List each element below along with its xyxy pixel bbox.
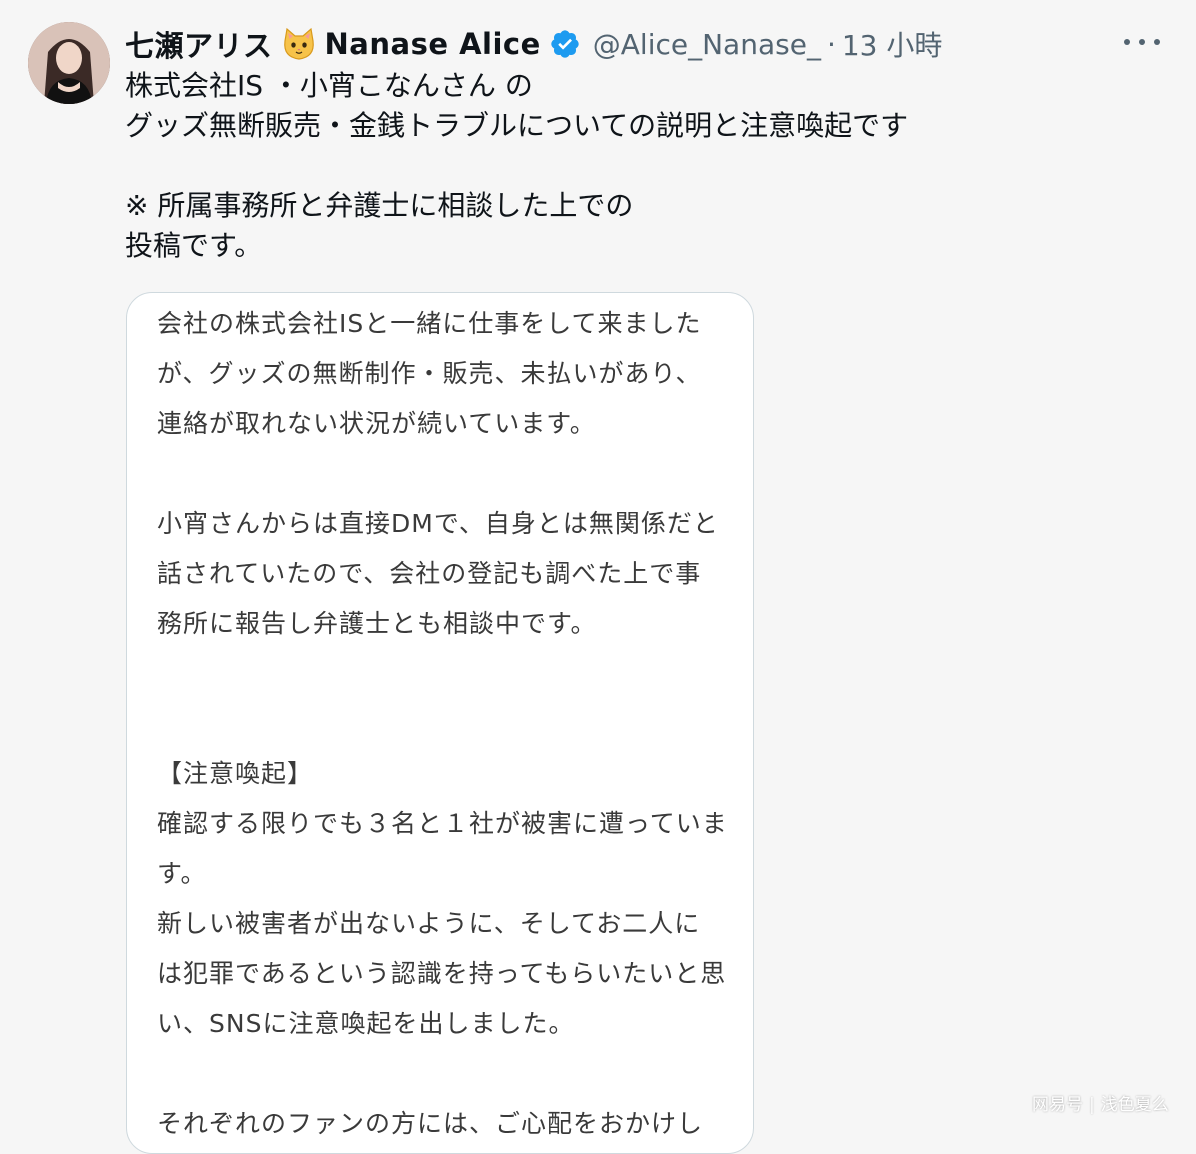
timestamp[interactable]: 13 小時 bbox=[842, 24, 943, 64]
image-text-heading: 【注意喚起】 bbox=[157, 759, 314, 788]
watermark: 网易号 | 浅色夏么 bbox=[1032, 1090, 1169, 1115]
image-text-line: 確認する限りでも３名と１社が被害に遭っていま bbox=[157, 809, 728, 838]
image-text-line: 務所に報告し弁護士とも相談中です。 bbox=[157, 609, 597, 638]
dot bbox=[1124, 39, 1130, 45]
avatar[interactable] bbox=[28, 22, 110, 104]
verified-badge-icon bbox=[549, 28, 581, 60]
attached-image[interactable]: 会社の株式会社ISと一緒に仕事をして来ました が、グッズの無断制作・販売、未払い… bbox=[126, 292, 754, 1154]
dot bbox=[1154, 39, 1160, 45]
more-options-icon[interactable] bbox=[1124, 32, 1160, 52]
image-text-line: は犯罪であるという認識を持ってもらいたいと思 bbox=[157, 959, 727, 988]
image-text-line: それぞれのファンの方には、ご心配をおかけし bbox=[157, 1109, 704, 1138]
image-text-line: 新しい被害者が出ないように、そしてお二人に bbox=[157, 909, 701, 938]
watermark-divider: | bbox=[1089, 1095, 1095, 1115]
image-text-line: い、SNSに注意喚起を出しました。 bbox=[157, 1009, 575, 1038]
image-text-line: す。 bbox=[157, 859, 207, 888]
tweet-text-line bbox=[125, 146, 1125, 186]
image-text-line: 連絡が取れない状況が続いています。 bbox=[157, 409, 596, 438]
image-text-line: 会社の株式会社ISと一緒に仕事をして来ました bbox=[157, 309, 702, 338]
tweet-header: 七瀬アリス Nanase Alice @Alice_Nanase_ · 13 小… bbox=[125, 22, 942, 66]
image-text-line bbox=[157, 699, 747, 749]
image-text-line: 話されていたので、会社の登記も調べた上で事 bbox=[157, 559, 702, 588]
image-text-line: が、グッズの無断制作・販売、未払いがあり、 bbox=[157, 359, 702, 388]
avatar-photo bbox=[28, 22, 110, 104]
display-name-en[interactable]: Nanase Alice bbox=[325, 27, 541, 61]
image-text-line bbox=[157, 649, 747, 699]
tweet-text-line: 株式会社IS ・小宵こなんさん の bbox=[125, 69, 533, 102]
tweet-text-line: ※ 所属事務所と弁護士に相談した上での bbox=[125, 189, 634, 222]
tweet-text-line: グッズ無断販売・金銭トラブルについての説明と注意喚起です bbox=[125, 109, 909, 142]
user-handle[interactable]: @Alice_Nanase_ bbox=[593, 28, 821, 61]
image-text: 会社の株式会社ISと一緒に仕事をして来ました が、グッズの無断制作・販売、未払い… bbox=[157, 299, 747, 1149]
dot bbox=[1139, 39, 1145, 45]
display-name[interactable]: 七瀬アリス bbox=[125, 23, 273, 65]
watermark-brand: 网易号 bbox=[1032, 1095, 1083, 1115]
image-text-line bbox=[157, 1049, 747, 1099]
tweet-text-line: 投稿です。 bbox=[125, 229, 263, 262]
tweet-text: 株式会社IS ・小宵こなんさん の グッズ無断販売・金銭トラブルについての説明と… bbox=[125, 66, 1125, 266]
cat-face-icon bbox=[281, 27, 317, 61]
watermark-author: 浅色夏么 bbox=[1100, 1095, 1169, 1115]
separator: · bbox=[826, 27, 836, 61]
image-text-line: 小宵さんからは直接DMで、自身とは無関係だと bbox=[157, 509, 719, 538]
image-text-line bbox=[157, 449, 747, 499]
